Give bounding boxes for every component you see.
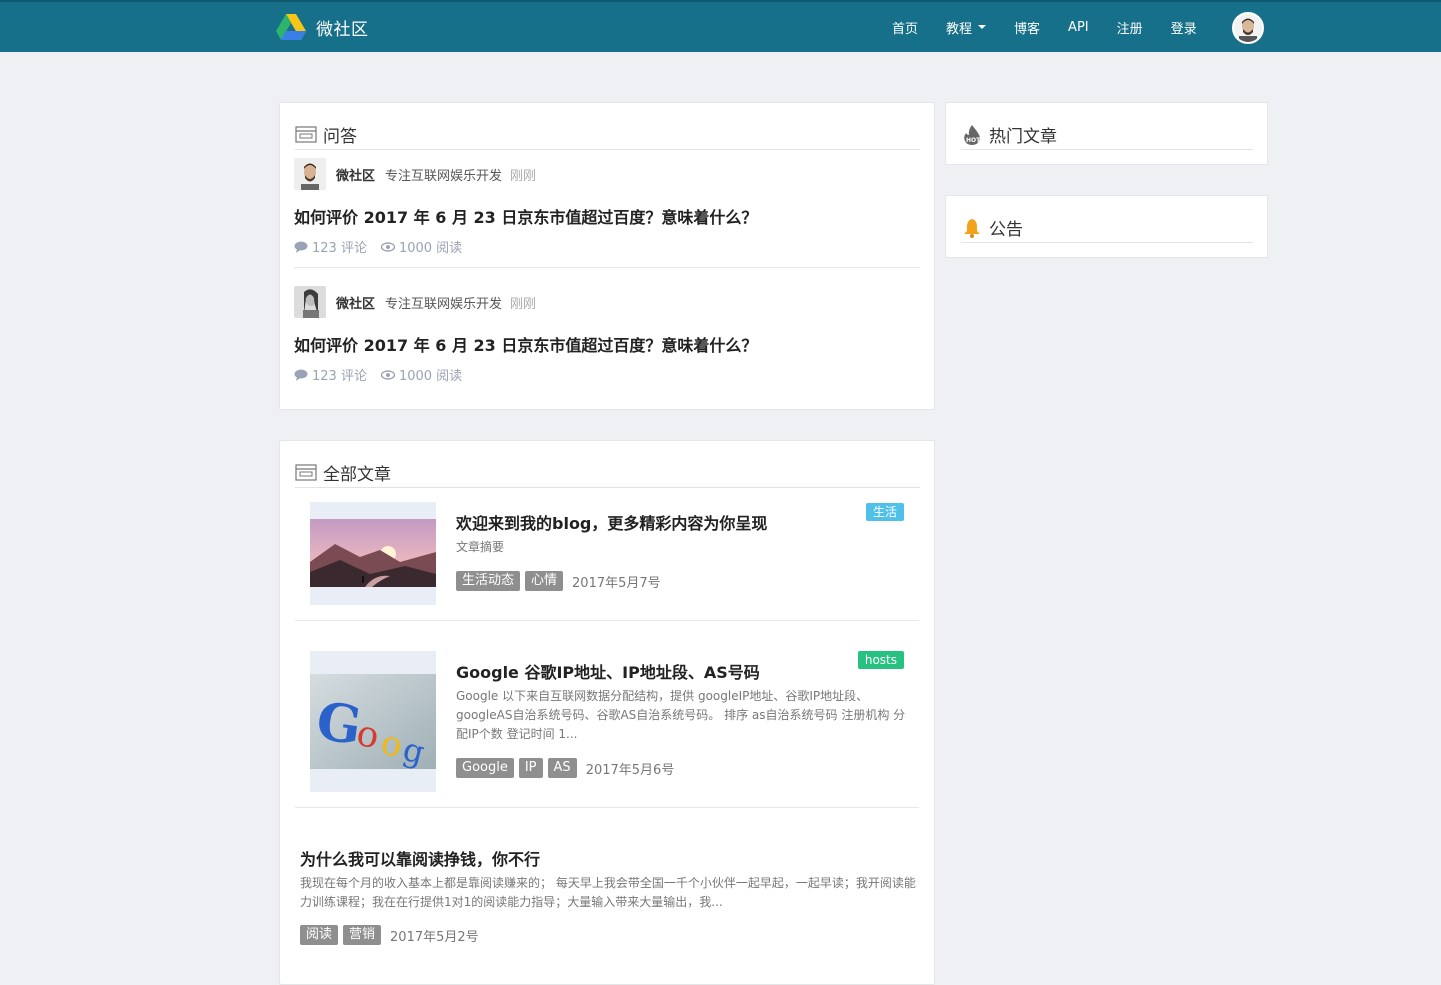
notice-title: 公告 — [989, 220, 1023, 240]
question-stats: 123 评论 1000 阅读 — [294, 365, 476, 384]
comment-count-text: 123 评论 — [312, 369, 367, 384]
tag[interactable]: 阅读 — [300, 925, 339, 945]
tag[interactable]: 营销 — [343, 925, 382, 945]
author-name[interactable]: 微社区 — [336, 165, 375, 184]
question-title[interactable]: 如何评价 2017 年 6 月 23 日京东市值超过百度？意味着什么？ — [294, 204, 757, 228]
view-count: 1000 阅读 — [380, 237, 463, 256]
qa-panel: 问答 微社区 专注互联网娱乐开发 刚刚 如何评价 2017 年 6 月 23 日… — [279, 102, 935, 410]
tag[interactable]: 生活动态 — [456, 571, 521, 591]
view-count-text: 1000 阅读 — [398, 241, 463, 256]
article-title[interactable]: Google 谷歌IP地址、IP地址段、AS号码 — [456, 659, 760, 683]
author-avatar[interactable] — [294, 158, 326, 190]
nav-tutorials-label: 教程 — [946, 21, 973, 37]
eye-icon — [380, 369, 395, 380]
drive-logo-icon — [276, 14, 306, 40]
eye-icon — [380, 241, 395, 252]
articles-panel-header: 全部文章 — [295, 458, 920, 488]
article-item[interactable]: 为什么我可以靠阅读挣钱，你不行 我现在每个月的收入基本上都是靠阅读赚来的； 每天… — [295, 838, 919, 958]
divider — [294, 267, 920, 268]
category-badge[interactable]: hosts — [857, 651, 904, 669]
question-stats: 123 评论 1000 阅读 — [294, 237, 476, 256]
hot-articles-header: HOT 热门文章 — [961, 120, 1253, 150]
comment-count: 123 评论 — [294, 237, 367, 256]
svg-text:HOT: HOT — [966, 137, 981, 144]
caret-down-icon — [978, 25, 987, 29]
comment-icon — [294, 369, 308, 381]
article-summary: 文章摘要 — [456, 540, 505, 554]
question-meta: 微社区 专注互联网娱乐开发 刚刚 — [294, 286, 536, 318]
view-count-text: 1000 阅读 — [398, 369, 463, 384]
question-item[interactable]: 微社区 专注互联网娱乐开发 刚刚 如何评价 2017 年 6 月 23 日京东市… — [294, 158, 920, 258]
tag[interactable]: Google — [456, 758, 514, 778]
article-date: 2017年5月6号 — [585, 762, 675, 778]
google-logo-image: G o o g — [310, 674, 436, 772]
question-item[interactable]: 微社区 专注互联网娱乐开发 刚刚 如何评价 2017 年 6 月 23 日京东市… — [294, 286, 920, 386]
nav-tutorials[interactable]: 教程 — [946, 18, 987, 37]
user-avatar[interactable] — [1232, 12, 1264, 44]
divider — [295, 620, 919, 621]
brand-name: 微社区 — [316, 19, 369, 40]
article-date: 2017年5月2号 — [390, 929, 479, 945]
comment-count-text: 123 评论 — [312, 241, 367, 256]
qa-panel-header: 问答 — [295, 120, 920, 150]
category-badge[interactable]: 生活 — [865, 503, 904, 521]
nav-api[interactable]: API — [1068, 20, 1089, 35]
article-summary: Google 以下来自互联网数据分配结构，提供 googleIP地址、谷歌IP地… — [456, 689, 906, 741]
view-count: 1000 阅读 — [380, 365, 463, 384]
article-tags: 生活动态 心情 2017年5月7号 — [456, 571, 661, 591]
author-photo-icon — [294, 158, 326, 190]
mountain-sunset-image — [310, 519, 436, 587]
notice-panel: 公告 — [945, 195, 1268, 258]
top-navbar: 微社区 首页 教程 博客 API 注册 登录 — [0, 0, 1441, 52]
hot-articles-title: 热门文章 — [989, 127, 1057, 147]
folder-icon — [295, 464, 317, 481]
comment-count: 123 评论 — [294, 365, 367, 384]
article-tags: 阅读 营销 2017年5月2号 — [300, 925, 479, 945]
author-desc: 专注互联网娱乐开发 — [385, 168, 503, 184]
tag[interactable]: IP — [518, 758, 543, 778]
articles-panel: 全部文章 欢迎来到我的blog，更多精彩内容为你呈现 生活 文章摘要 生活动态 … — [279, 440, 935, 985]
qa-panel-title: 问答 — [323, 127, 357, 147]
article-summary: 我现在每个月的收入基本上都是靠阅读赚来的； 每天早上我会带全国一千个小伙伴一起早… — [300, 876, 916, 909]
comment-icon — [294, 241, 308, 253]
nav-blog[interactable]: 博客 — [1014, 18, 1040, 37]
nav-register[interactable]: 注册 — [1117, 18, 1143, 37]
author-desc: 专注互联网娱乐开发 — [385, 296, 503, 312]
brand[interactable]: 微社区 — [276, 14, 369, 40]
main-nav: 首页 教程 博客 API 注册 登录 — [878, 2, 1211, 52]
article-item[interactable]: 欢迎来到我的blog，更多精彩内容为你呈现 生活 文章摘要 生活动态 心情 20… — [295, 502, 919, 620]
article-thumbnail[interactable]: G o o g — [310, 651, 436, 792]
articles-panel-title: 全部文章 — [323, 465, 391, 485]
article-thumbnail[interactable] — [310, 502, 436, 605]
article-title[interactable]: 欢迎来到我的blog，更多精彩内容为你呈现 — [456, 510, 767, 534]
article-title[interactable]: 为什么我可以靠阅读挣钱，你不行 — [300, 846, 540, 870]
article-tags: Google IP AS 2017年5月6号 — [456, 758, 674, 778]
post-time: 刚刚 — [510, 168, 537, 184]
nav-login[interactable]: 登录 — [1171, 18, 1197, 37]
post-time: 刚刚 — [510, 296, 537, 312]
author-name[interactable]: 微社区 — [336, 293, 375, 312]
tag[interactable]: AS — [547, 758, 577, 778]
tag[interactable]: 心情 — [525, 571, 564, 591]
folder-icon — [295, 126, 317, 143]
author-photo-icon — [294, 286, 326, 318]
hot-articles-panel: HOT 热门文章 — [945, 102, 1268, 165]
article-date: 2017年5月7号 — [572, 575, 661, 591]
hot-flame-icon: HOT — [964, 124, 981, 145]
divider — [295, 807, 919, 808]
question-title[interactable]: 如何评价 2017 年 6 月 23 日京东市值超过百度？意味着什么？ — [294, 332, 757, 356]
author-avatar[interactable] — [294, 286, 326, 318]
article-item[interactable]: G o o g Google 谷歌IP地址、IP地址段、AS号码 hosts G… — [295, 651, 919, 806]
nav-home[interactable]: 首页 — [892, 18, 918, 37]
question-meta: 微社区 专注互联网娱乐开发 刚刚 — [294, 158, 536, 190]
bell-icon — [964, 218, 980, 238]
notice-header: 公告 — [961, 213, 1253, 243]
user-avatar-icon — [1234, 14, 1262, 42]
